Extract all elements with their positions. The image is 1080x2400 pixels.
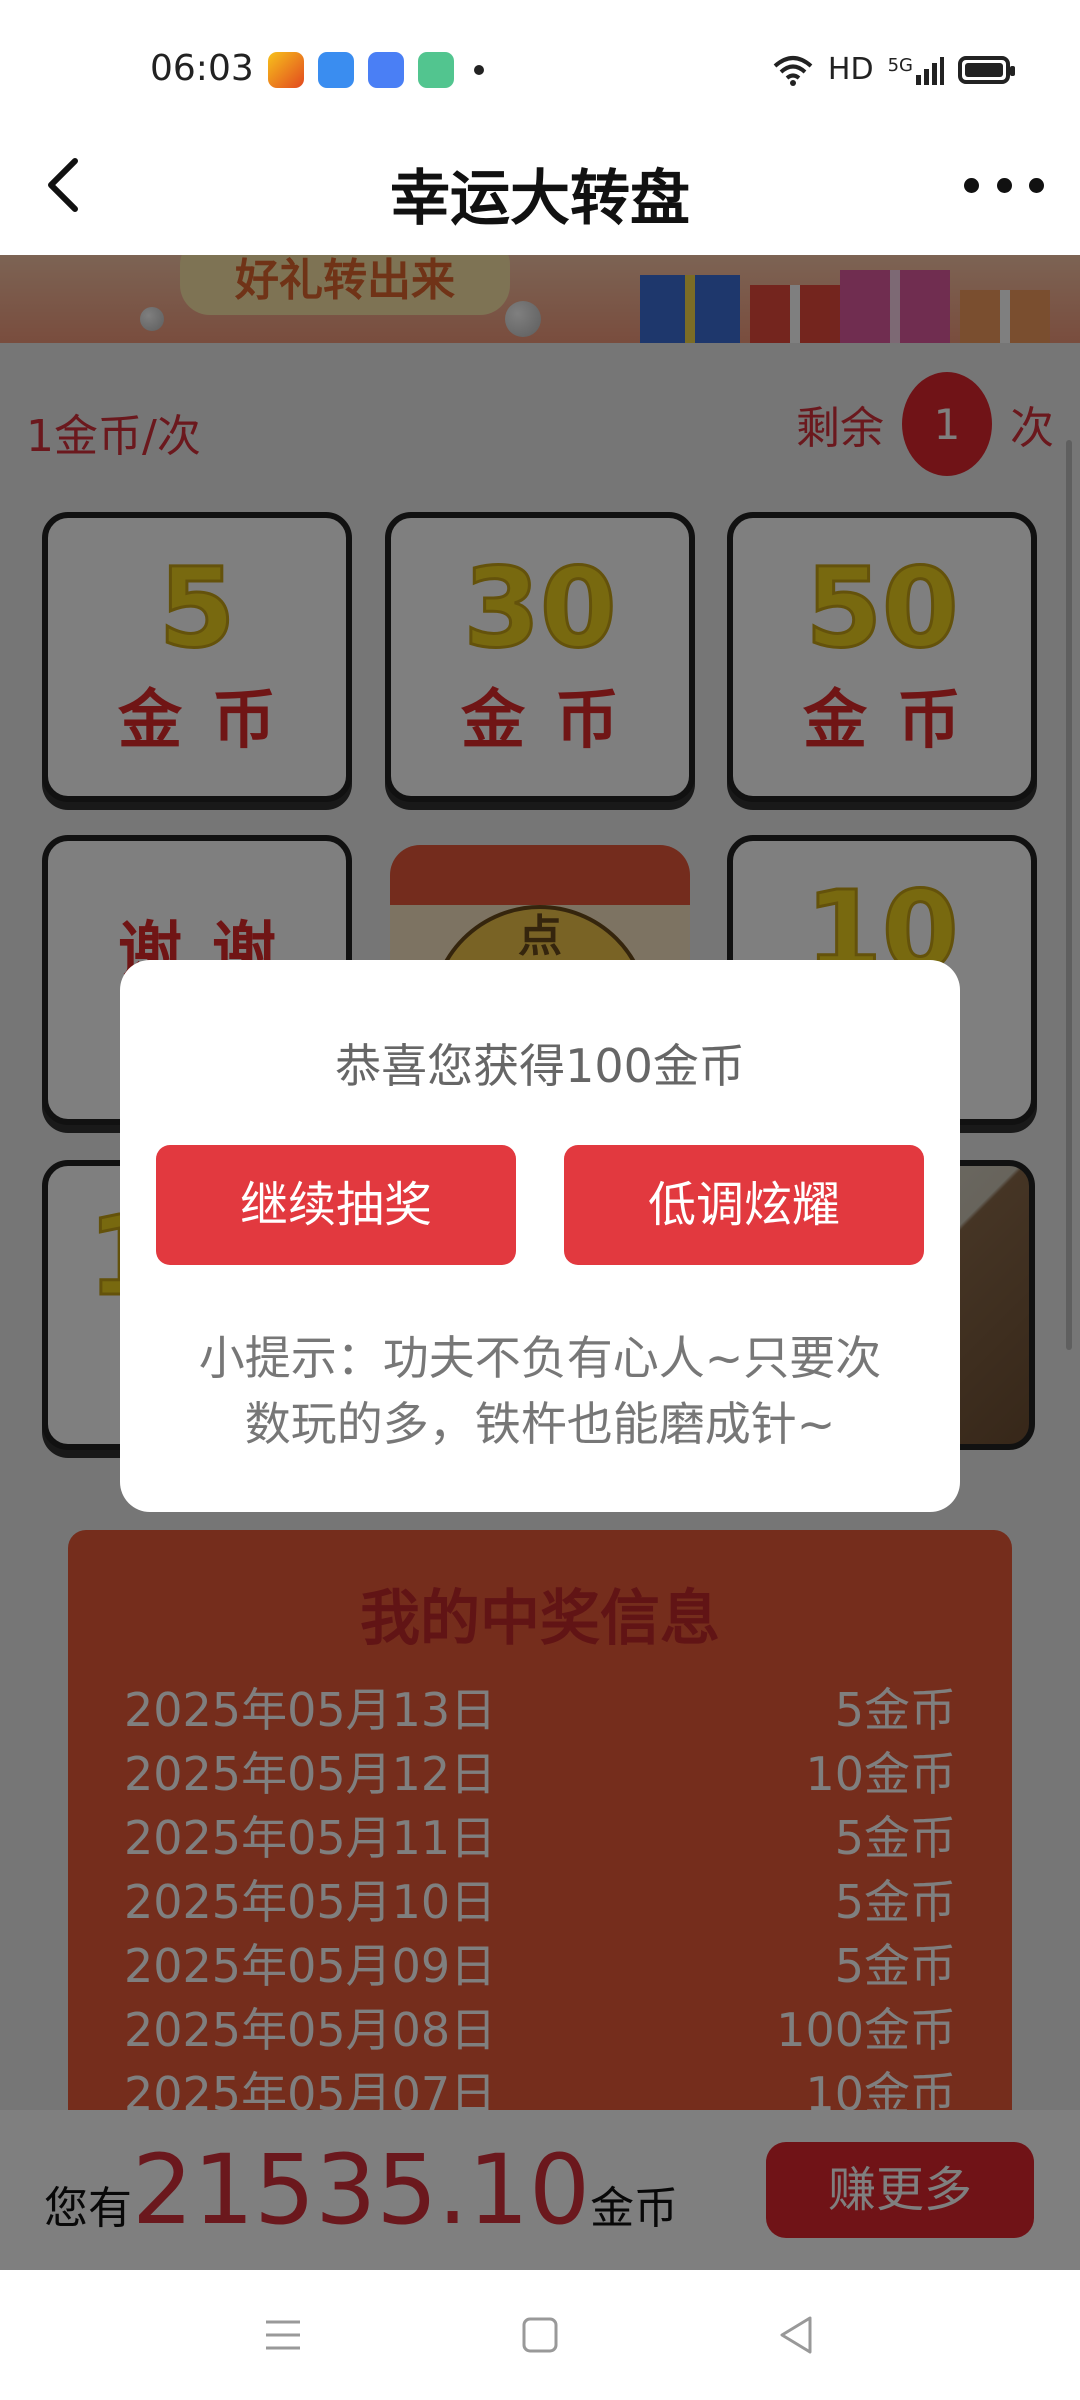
notification-icons bbox=[268, 52, 484, 88]
weather-icon bbox=[318, 52, 354, 88]
back-nav-icon[interactable] bbox=[772, 2312, 822, 2358]
share-button[interactable]: 低调炫耀 bbox=[564, 1145, 924, 1265]
scrollbar[interactable] bbox=[1066, 440, 1072, 1350]
more-button[interactable] bbox=[964, 160, 1044, 210]
chat-icon bbox=[368, 52, 404, 88]
more-dot bbox=[964, 177, 979, 193]
nav-bar: 幸运大转盘 bbox=[0, 120, 1080, 255]
signal-label: 5G bbox=[888, 55, 944, 85]
app-icon-orange bbox=[268, 52, 304, 88]
continue-draw-button[interactable]: 继续抽奖 bbox=[156, 1145, 516, 1265]
status-indicators: HD 5G bbox=[772, 52, 1015, 87]
status-bar: 06:03 HD 5G bbox=[0, 0, 1080, 120]
more-dot bbox=[996, 177, 1012, 193]
system-nav-bar bbox=[0, 2270, 1080, 2400]
battery-icon bbox=[958, 55, 1015, 84]
signal-icon bbox=[916, 56, 944, 85]
more-dot bbox=[1029, 177, 1044, 193]
network-type: HD bbox=[827, 52, 874, 87]
dialog-message: 恭喜您获得100金币 bbox=[335, 1039, 745, 1093]
page-title: 幸运大转盘 bbox=[390, 164, 690, 234]
prize-dialog: 恭喜您获得100金币 继续抽奖 低调炫耀 小提示：功夫不负有心人~只要次数玩的多… bbox=[120, 960, 960, 1512]
home-icon[interactable] bbox=[515, 2312, 565, 2358]
dialog-tip: 小提示：功夫不负有心人~只要次数玩的多，铁杵也能磨成针~ bbox=[198, 1331, 882, 1451]
menu-icon[interactable] bbox=[258, 2312, 308, 2358]
more-notifications-dot bbox=[474, 65, 484, 75]
upload-icon bbox=[418, 52, 454, 88]
wifi-icon bbox=[773, 55, 813, 86]
status-time: 06:03 bbox=[150, 48, 254, 89]
